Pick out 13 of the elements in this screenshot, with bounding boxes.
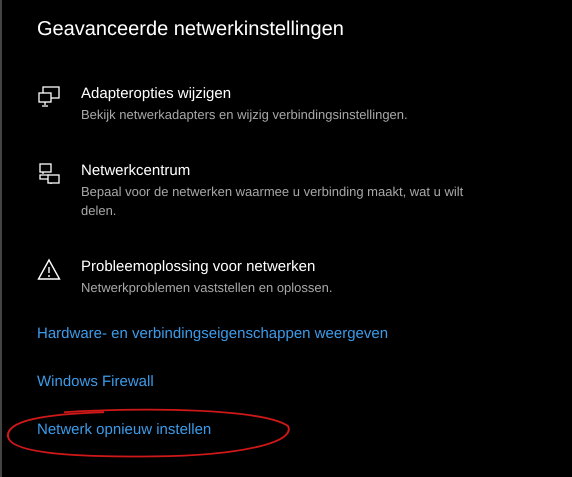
link[interactable]: Hardware- en verbindingseigenschappen weergeven: [37, 325, 388, 342]
setting-description: Bekijk netwerkadapters en wijzig verbindingsinstellingen.: [81, 106, 409, 124]
link[interactable]: Netwerk opnieuw instellen: [37, 421, 212, 438]
setting-link[interactable]: Netwerkcentrum: [81, 162, 493, 179]
setting-description: Netwerkproblemen vaststellen en oplossen.: [81, 279, 334, 297]
setting-link[interactable]: Adapteropties wijzigen: [81, 85, 493, 102]
network-icon: [37, 162, 61, 186]
monitor-icon: [37, 85, 61, 109]
setting-link[interactable]: Probleemoplossing voor netwerken: [81, 258, 493, 275]
link[interactable]: Windows Firewall: [37, 373, 154, 390]
warning-icon: [37, 258, 61, 282]
setting-description: Bepaal voor de netwerken waarmee u verbinding maakt, wat u wilt delen.: [81, 183, 464, 220]
page-title: Geavanceerde netwerkinstellingen: [37, 18, 345, 41]
